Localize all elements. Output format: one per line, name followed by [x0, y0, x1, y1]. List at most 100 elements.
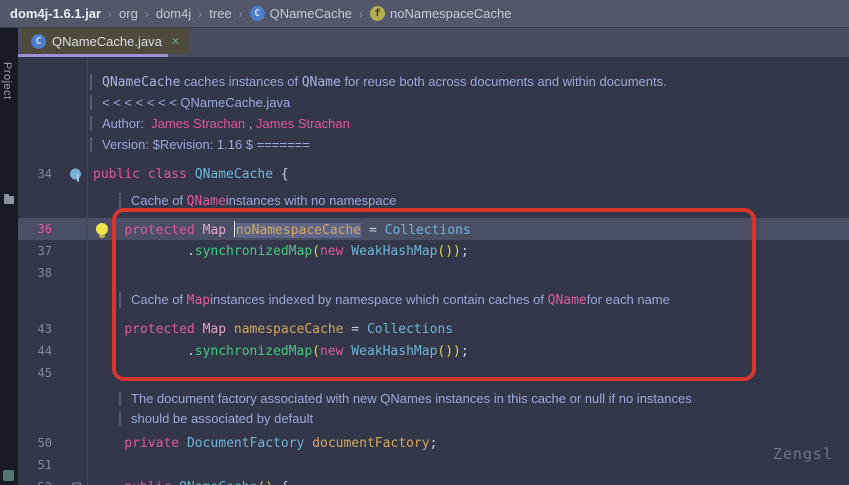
chevron-separator-icon: › [239, 7, 243, 21]
line-number[interactable]: 51 [18, 458, 52, 472]
token: Author: [102, 116, 151, 131]
breadcrumb-item-dom4j-1.6.1.jar[interactable]: dom4j-1.6.1.jar [10, 6, 101, 21]
token: James Strachan [151, 116, 245, 131]
doc-comment-line[interactable]: Cache of Mapinstances indexed by namespa… [18, 290, 849, 310]
token: = [343, 322, 366, 337]
doc-comment-line[interactable]: Version: $Revision: 1.16 $ ======= [18, 134, 849, 155]
tab-qnamecache-java[interactable]: C QNameCache.java ✕ [22, 28, 190, 54]
token: () [437, 244, 453, 259]
code-line[interactable]: 37 .synchronizedMap(new WeakHashMap()); [18, 240, 849, 262]
token: () [257, 480, 273, 485]
gutter: 38 [18, 262, 88, 284]
line-number[interactable]: 45 [18, 366, 52, 380]
gutter [18, 388, 88, 408]
token: = [361, 223, 384, 238]
close-icon[interactable]: ✕ [171, 35, 180, 48]
gap-row [18, 57, 849, 71]
breadcrumb-label: tree [209, 6, 231, 21]
field-icon: f [370, 6, 385, 21]
code-line[interactable]: 38 [18, 262, 849, 284]
breadcrumb-item-dom4j[interactable]: dom4j [156, 6, 191, 21]
doc-comment-line[interactable]: < < < < < < < QNameCache.java [18, 92, 849, 113]
doc-comment-line[interactable]: should be associated by default [18, 408, 849, 428]
left-tool-stripe: Project [0, 28, 18, 485]
line-number[interactable]: 37 [18, 244, 52, 258]
editor-lines: QNameCache caches instances of QName for… [18, 57, 849, 485]
line-number[interactable]: 38 [18, 266, 52, 280]
token: synchronizedMap [195, 344, 312, 359]
line-number[interactable]: 52 [18, 480, 52, 485]
token: private [124, 436, 187, 451]
lightbulb-icon[interactable] [96, 223, 108, 235]
breadcrumb-item-qnamecache[interactable]: CQNameCache [250, 6, 352, 21]
token: , [245, 116, 256, 131]
token: instances with no namespace [226, 193, 397, 208]
breadcrumb-item-nonamespacecache[interactable]: f noNamespaceCache [370, 6, 511, 21]
token [93, 322, 124, 337]
code-line[interactable]: 45 [18, 362, 849, 384]
token: WeakHashMap [351, 344, 437, 359]
chevron-separator-icon: › [359, 7, 363, 21]
navigate-marker-icon[interactable] [70, 169, 81, 180]
breadcrumb-item-org[interactable]: org [119, 6, 138, 21]
code-line[interactable]: 36 protected Map noNamespaceCache = Coll… [18, 218, 849, 240]
breadcrumb-bar: dom4j-1.6.1.jar›org›dom4j›tree›CQNameCac… [0, 0, 849, 28]
gap-row [18, 211, 849, 218]
line-number[interactable]: 36 [18, 222, 52, 236]
breadcrumb-label: noNamespaceCache [390, 6, 511, 21]
gutter: 37 [18, 240, 88, 262]
token: < < < < < < < QNameCache.java [102, 95, 290, 110]
code-line[interactable]: 34public class QNameCache { [18, 163, 849, 185]
token: ; [461, 244, 469, 259]
token: should be associated by default [131, 411, 313, 426]
token: () [437, 344, 453, 359]
gutter [18, 290, 88, 310]
line-number[interactable]: 43 [18, 322, 52, 336]
gutter [18, 155, 88, 163]
doc-comment-line[interactable]: Cache of QNameinstances with no namespac… [18, 191, 849, 211]
token: DocumentFactory [187, 436, 312, 451]
token: ( [312, 344, 320, 359]
chevron-separator-icon: › [108, 7, 112, 21]
token: { [281, 167, 289, 182]
token: Map [203, 223, 234, 238]
code-line[interactable]: 52 public QNameCache() { [18, 476, 849, 485]
token: QNameCache [195, 167, 281, 182]
token: Cache of [131, 193, 187, 208]
gutter [18, 310, 88, 318]
breadcrumb-item-tree[interactable]: tree [209, 6, 231, 21]
stripe-bottom-icon[interactable] [3, 470, 14, 481]
doc-comment-line[interactable]: The document factory associated with new… [18, 388, 849, 408]
token: Collections [385, 223, 471, 238]
token: instances indexed by namespace which con… [210, 292, 547, 307]
gutter [18, 134, 88, 155]
token [93, 344, 187, 359]
token: QName [187, 194, 226, 209]
token: ) [453, 344, 461, 359]
token: . [187, 244, 195, 259]
project-tool-button[interactable]: Project [1, 62, 13, 100]
gutter: 45 [18, 362, 88, 384]
token: ) [453, 244, 461, 259]
gutter [18, 113, 88, 134]
token: QName [302, 75, 341, 90]
gutter: 44 [18, 340, 88, 362]
code-line[interactable]: 51 [18, 454, 849, 476]
token: new [320, 244, 351, 259]
gutter [18, 408, 88, 428]
doc-comment-line[interactable]: Author: James Strachan , James Strachan [18, 113, 849, 134]
doc-comment-line[interactable]: QNameCache caches instances of QName for… [18, 71, 849, 92]
gap-row [18, 310, 849, 318]
editor-pane[interactable]: QNameCache caches instances of QName for… [18, 57, 849, 485]
breadcrumb-label: org [119, 6, 138, 21]
gutter [18, 92, 88, 113]
line-number[interactable]: 50 [18, 436, 52, 450]
code-line[interactable]: 43 protected Map namespaceCache = Collec… [18, 318, 849, 340]
code-line[interactable]: 44 .synchronizedMap(new WeakHashMap()); [18, 340, 849, 362]
token: ( [312, 244, 320, 259]
breadcrumb-label: dom4j-1.6.1.jar [10, 6, 101, 21]
line-number[interactable]: 44 [18, 344, 52, 358]
token: caches instances of [180, 74, 301, 89]
line-number[interactable]: 34 [18, 167, 52, 181]
code-line[interactable]: 50 private DocumentFactory documentFacto… [18, 432, 849, 454]
